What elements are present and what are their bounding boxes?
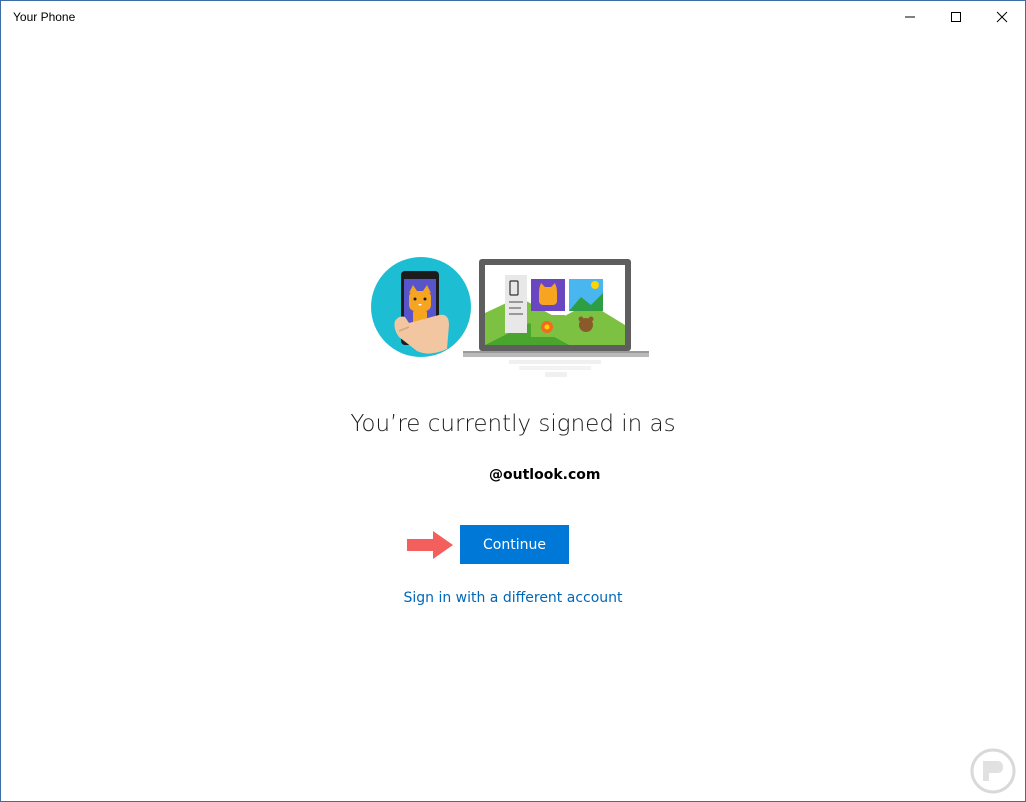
close-button[interactable] bbox=[979, 1, 1025, 33]
minimize-icon bbox=[905, 16, 915, 18]
laptop-icon bbox=[463, 259, 649, 377]
close-icon bbox=[996, 11, 1008, 23]
arrow-right-icon bbox=[407, 531, 453, 559]
phone-and-laptop-illustration bbox=[371, 257, 649, 377]
app-window: Your Phone You’re currently signed in as… bbox=[0, 0, 1026, 802]
signed-in-heading: You’re currently signed in as bbox=[350, 411, 676, 437]
maximize-icon bbox=[951, 12, 961, 22]
window-title: Your Phone bbox=[13, 10, 76, 24]
title-bar[interactable]: Your Phone bbox=[1, 1, 1025, 33]
continue-button[interactable]: Continue bbox=[460, 525, 569, 564]
minimize-button[interactable] bbox=[887, 1, 933, 33]
maximize-button[interactable] bbox=[933, 1, 979, 33]
account-email: @outlook.com bbox=[489, 467, 601, 483]
watermark-logo bbox=[970, 748, 1016, 794]
sign-in-different-account-link[interactable]: Sign in with a different account bbox=[1, 590, 1025, 606]
